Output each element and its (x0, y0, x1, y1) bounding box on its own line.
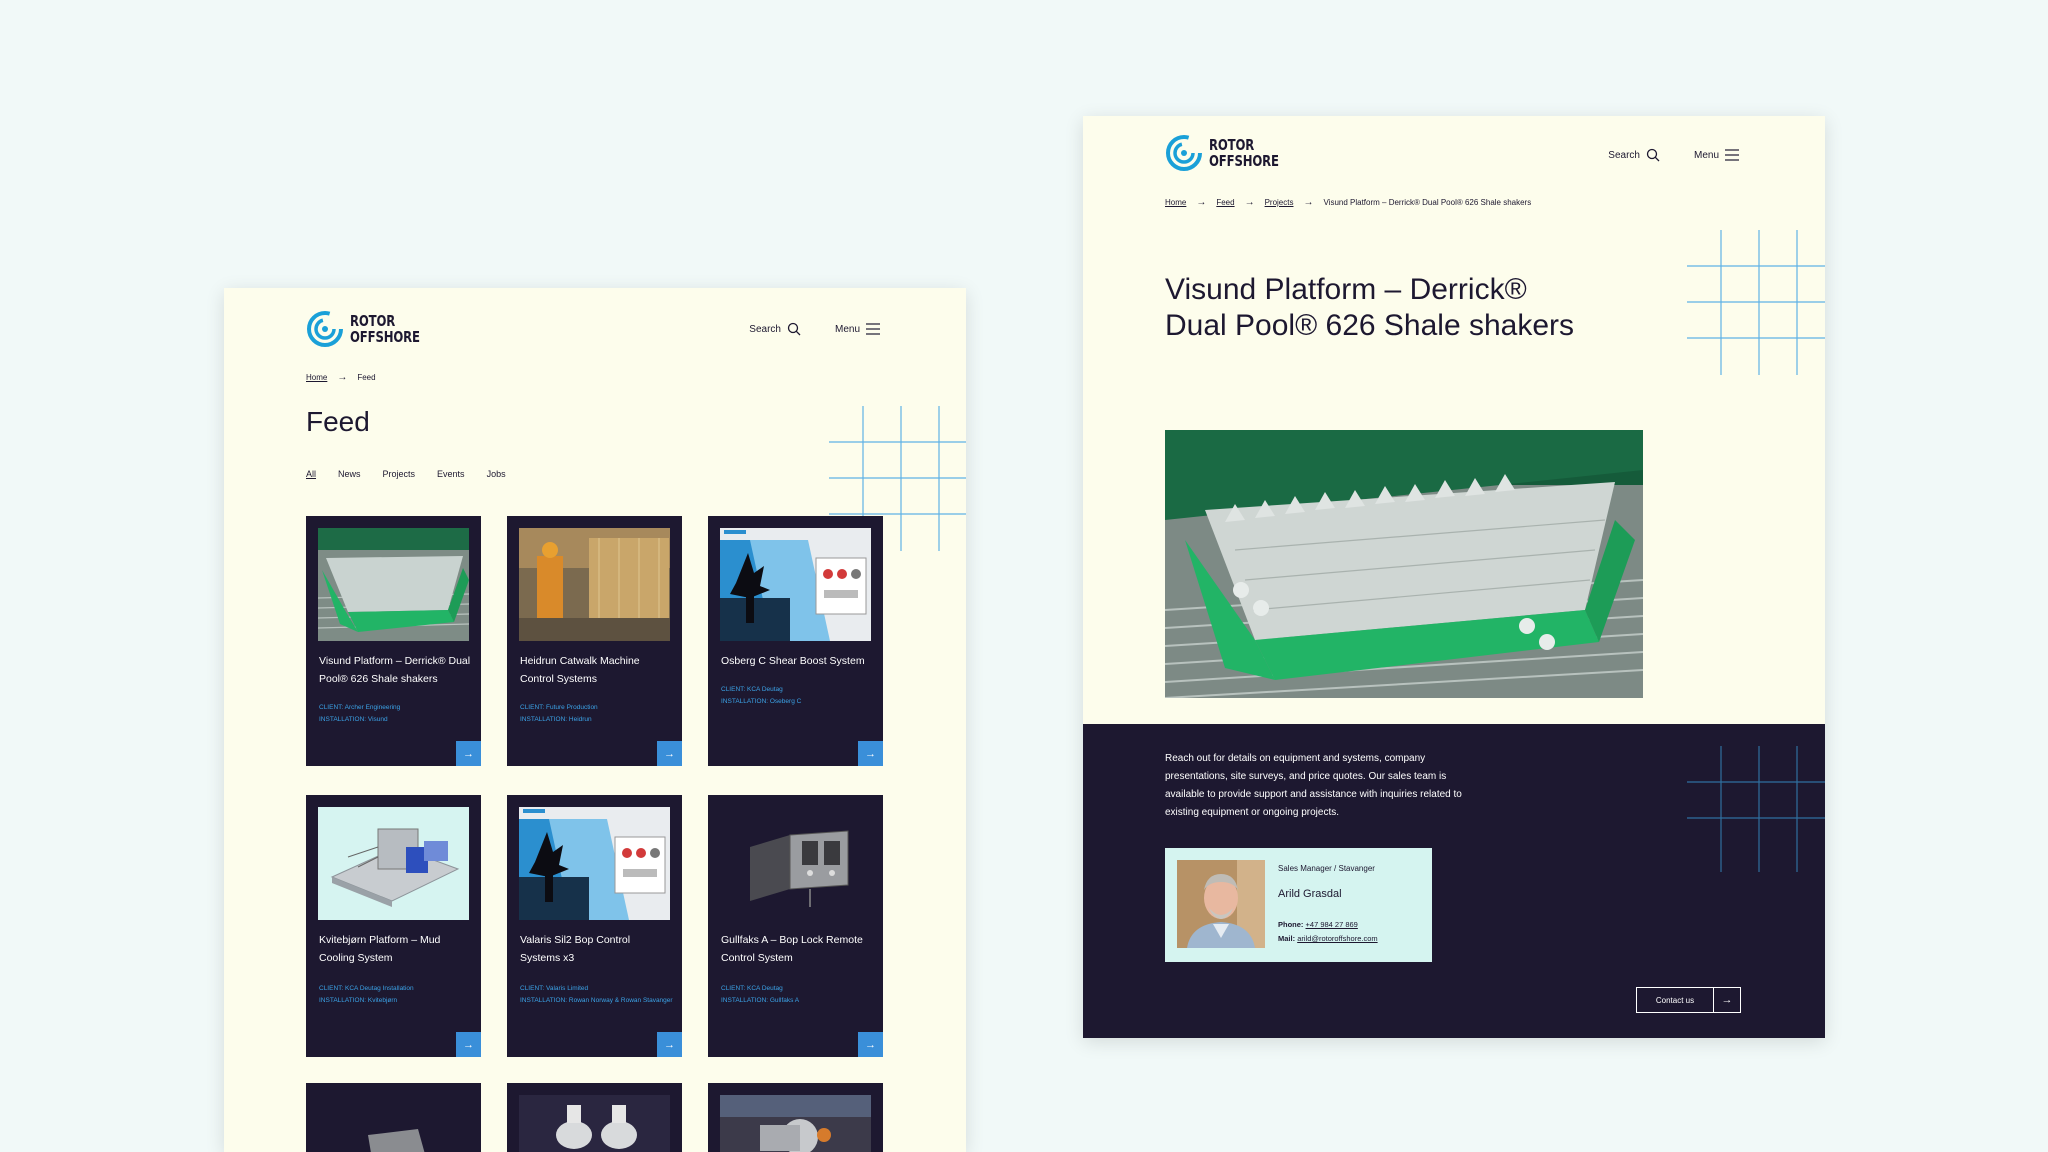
card-meta: CLIENT: KCA Deutag Installation INSTALLAT… (319, 985, 414, 1004)
sales-contact-card: Sales Manager / Stavanger Arild Grasdal … (1165, 848, 1432, 962)
page-title: Visund Platform – Derrick® Dual Pool® 62… (1165, 273, 1575, 342)
breadcrumb-home[interactable]: Home (1165, 198, 1186, 207)
card-arrow-button[interactable]: → (657, 741, 682, 766)
search-icon[interactable] (1646, 148, 1660, 162)
feed-card[interactable]: Kvitebjørn Platform – Mud Cooling System… (306, 795, 481, 1057)
card-title: Gullfaks A – Bop Lock Remote Control Sys… (721, 934, 863, 964)
breadcrumb-current: Visund Platform – Derrick® Dual Pool® 62… (1323, 198, 1532, 207)
shale-shaker-image (318, 528, 469, 641)
shale-shaker-hero-image (1165, 430, 1643, 698)
contact-us-label: Contact us (1637, 988, 1714, 1012)
feed-page: ROTOR OFFSHORE Search Menu Home → Feed Fe… (224, 288, 966, 1152)
card-title: Heidrun Catwalk Machine Control Systems (520, 655, 640, 685)
feed-card[interactable] (708, 1083, 883, 1152)
card-arrow-button[interactable]: → (456, 1032, 481, 1057)
contact-description: Reach out for details on equipment and s… (1165, 753, 1462, 818)
feed-card[interactable]: Osberg C Shear Boost System CLIENT: KCA … (708, 516, 883, 766)
contact-section: Reach out for details on equipment and s… (1083, 724, 1825, 1038)
search-label[interactable]: Search (1608, 150, 1640, 161)
contact-mail: Mail: arild@rotoroffshore.com (1278, 934, 1378, 943)
brand-wordmark: ROTOR OFFSHORE (1209, 136, 1279, 170)
grid-decoration (1687, 746, 1825, 872)
grid-decoration (1687, 230, 1825, 375)
card-arrow-button[interactable]: → (858, 741, 883, 766)
filter-jobs[interactable]: Jobs (487, 469, 506, 479)
header-actions: Search Menu (749, 322, 880, 336)
arrow-right-icon: → (337, 372, 348, 383)
card-title: Osberg C Shear Boost System (721, 655, 865, 667)
header-actions: Search Menu (1608, 148, 1739, 162)
mail-link[interactable]: arild@rotoroffshore.com (1297, 934, 1377, 943)
tanks-image (519, 1095, 670, 1152)
menu-label[interactable]: Menu (1694, 150, 1719, 161)
catwalk-image (519, 528, 670, 641)
arrow-right-icon: → (463, 1038, 474, 1051)
search-icon[interactable] (787, 322, 801, 336)
breadcrumb-current: Feed (357, 373, 376, 382)
card-arrow-button[interactable]: → (456, 741, 481, 766)
contact-role: Sales Manager / Stavanger (1278, 864, 1375, 873)
bop-lock-image (720, 807, 871, 920)
filter-projects[interactable]: Projects (383, 469, 416, 479)
feed-card[interactable]: Heidrun Catwalk Machine Control Systems … (507, 516, 682, 766)
hamburger-icon[interactable] (1725, 149, 1739, 161)
breadcrumb-projects[interactable]: Projects (1265, 198, 1294, 207)
hamburger-icon[interactable] (866, 323, 880, 335)
breadcrumb-feed[interactable]: Feed (1216, 198, 1234, 207)
arrow-right-icon: → (1244, 197, 1255, 208)
card-meta: CLIENT: KCA Deutag INSTALLATION: Gullfaks… (721, 985, 800, 1004)
filter-news[interactable]: News (338, 469, 361, 479)
contact-phone: Phone: +47 984 27 869 (1278, 920, 1358, 929)
shear-boost-image (720, 528, 871, 641)
feed-card[interactable]: Gullfaks A – Bop Lock Remote Control Sys… (708, 795, 883, 1057)
filter-all[interactable]: All (306, 469, 316, 479)
avatar (1177, 860, 1265, 948)
brand-wordmark: ROTOR OFFSHORE (350, 312, 420, 346)
feed-card[interactable]: Valaris Sil2 Bop Control Systems x3 CLIE… (507, 795, 682, 1057)
arrow-right-icon: → (664, 1038, 675, 1051)
menu-label[interactable]: Menu (835, 324, 860, 335)
feed-card[interactable] (507, 1083, 682, 1152)
contact-name: Arild Grasdal (1278, 888, 1342, 900)
arrow-right-icon: → (463, 747, 474, 760)
card-meta: CLIENT: Archer Engineering INSTALLATION: … (319, 704, 401, 723)
bop-control-image (519, 807, 670, 920)
page-title: Feed (306, 406, 370, 437)
card-title: Visund Platform – Derrick® Dual Pool® 62… (319, 655, 471, 685)
breadcrumb: Home → Feed → Projects → Visund Platform… (1165, 197, 1531, 208)
arrow-right-icon: → (865, 747, 876, 760)
card-title: Kvitebjørn Platform – Mud Cooling System (319, 934, 441, 964)
feed-card[interactable]: Visund Platform – Derrick® Dual Pool® 62… (306, 516, 481, 766)
motor-image (720, 1095, 871, 1152)
arrow-right-icon: → (1721, 994, 1733, 1006)
equipment-image (318, 1095, 469, 1152)
card-arrow-button[interactable]: → (657, 1032, 682, 1057)
filter-events[interactable]: Events (437, 469, 465, 479)
filter-tabs: All News Projects Events Jobs (306, 469, 506, 479)
breadcrumb-home[interactable]: Home (306, 373, 327, 382)
search-label[interactable]: Search (749, 324, 781, 335)
card-title: Valaris Sil2 Bop Control Systems x3 (520, 934, 631, 964)
phone-link[interactable]: +47 984 27 869 (1306, 920, 1358, 929)
breadcrumb: Home → Feed (306, 372, 376, 383)
card-meta: CLIENT: Valaris Limited INSTALLATION: Row… (520, 985, 673, 1004)
arrow-right-icon: → (1303, 197, 1314, 208)
contact-us-button[interactable]: Contact us → (1636, 987, 1741, 1013)
brand-logo[interactable]: ROTOR OFFSHORE (1165, 134, 1299, 172)
arrow-right-icon: → (664, 747, 675, 760)
feed-card[interactable] (306, 1083, 481, 1152)
rotor-swirl-icon (307, 311, 343, 347)
card-meta: CLIENT: Future Production INSTALLATION: H… (520, 704, 598, 723)
mud-cooling-image (318, 807, 469, 920)
rotor-swirl-icon (1166, 135, 1202, 171)
arrow-right-icon: → (865, 1038, 876, 1051)
card-arrow-button[interactable]: → (858, 1032, 883, 1057)
project-detail-page: ROTOR OFFSHORE Search Menu Home → Feed → … (1083, 116, 1825, 1038)
arrow-right-icon: → (1196, 197, 1207, 208)
brand-logo[interactable]: ROTOR OFFSHORE (306, 310, 440, 348)
card-meta: CLIENT: KCA Deutag INSTALLATION: Oseberg … (721, 686, 802, 705)
